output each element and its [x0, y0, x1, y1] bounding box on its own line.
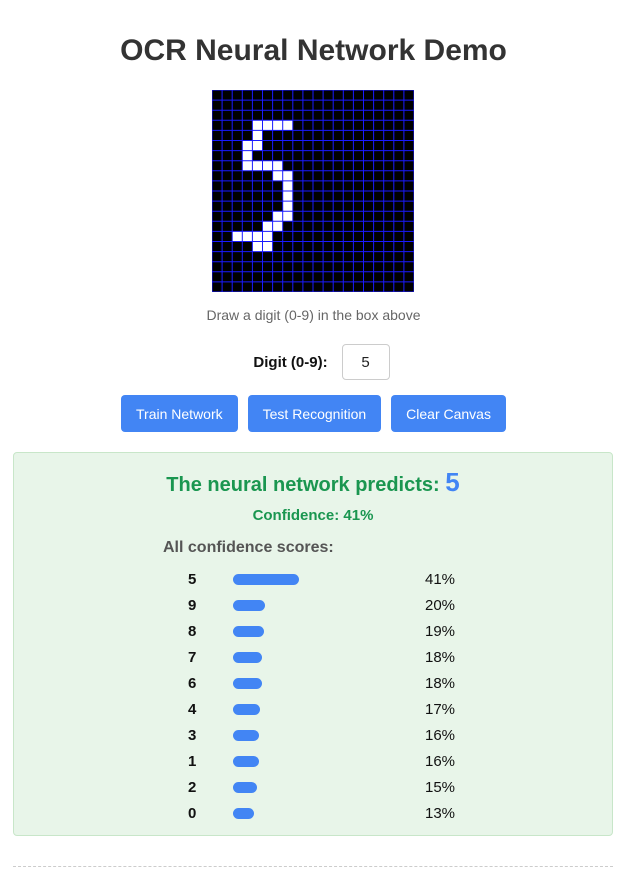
result-panel: The neural network predicts: 5 Confidenc… — [13, 452, 613, 836]
digit-input-row: Digit (0-9): — [0, 344, 627, 380]
score-bar — [233, 574, 299, 585]
drawn-pixel — [272, 221, 283, 232]
drawn-pixel — [272, 120, 283, 131]
page: OCR Neural Network Demo Draw a digit (0-… — [0, 0, 627, 869]
drawn-pixel — [262, 120, 273, 131]
divider — [13, 866, 613, 867]
score-row: 8 19% — [14, 619, 612, 645]
scores-heading: All confidence scores: — [163, 539, 334, 556]
drawn-pixel — [262, 221, 273, 232]
score-percent: 19% — [425, 623, 456, 640]
drawn-pixel — [252, 140, 263, 151]
drawn-pixel — [252, 120, 263, 131]
prediction-heading: The neural network predicts: 5 — [14, 467, 612, 498]
drawn-pixel — [242, 160, 253, 171]
score-list: 5 41% 9 20% 8 19% 7 18% 6 18% 4 17% 3 16% 1 16% 2 15% 0 13% — [14, 567, 612, 827]
drawn-pixel — [242, 140, 253, 151]
score-bar — [233, 600, 265, 611]
score-digit: 2 — [188, 779, 197, 796]
score-percent: 15% — [425, 779, 456, 796]
score-digit: 0 — [188, 805, 197, 822]
score-percent: 13% — [425, 805, 456, 822]
score-bar — [233, 704, 260, 715]
score-percent: 17% — [425, 701, 456, 718]
drawn-pixel — [272, 160, 283, 171]
score-digit: 4 — [188, 701, 197, 718]
score-row: 9 20% — [14, 593, 612, 619]
score-digit: 6 — [188, 675, 197, 692]
score-percent: 18% — [425, 649, 456, 666]
score-percent: 18% — [425, 675, 456, 692]
drawn-pixel — [252, 130, 263, 141]
score-row: 7 18% — [14, 645, 612, 671]
drawn-pixel — [282, 191, 293, 202]
score-digit: 3 — [188, 727, 197, 744]
score-digit: 8 — [188, 623, 197, 640]
prediction-value: 5 — [445, 467, 460, 497]
score-row: 1 16% — [14, 749, 612, 775]
score-bar — [233, 652, 262, 663]
drawn-pixel — [262, 241, 273, 252]
score-digit: 5 — [188, 571, 197, 588]
score-bar — [233, 756, 259, 767]
score-digit: 9 — [188, 597, 197, 614]
drawn-pixel — [252, 231, 263, 242]
score-bar — [233, 730, 259, 741]
drawn-pixel — [282, 180, 293, 191]
score-percent: 16% — [425, 753, 456, 770]
score-percent: 41% — [425, 571, 456, 588]
drawing-canvas-grid[interactable] — [212, 90, 414, 292]
score-digit: 1 — [188, 753, 197, 770]
drawn-pixel — [252, 160, 263, 171]
digit-label: Digit (0-9): — [253, 353, 328, 371]
train-network-button[interactable]: Train Network — [121, 395, 238, 432]
prediction-label: The neural network predicts: — [166, 474, 440, 496]
clear-canvas-button[interactable]: Clear Canvas — [391, 395, 506, 432]
score-bar — [233, 678, 262, 689]
drawn-pixel — [272, 170, 283, 181]
score-row: 5 41% — [14, 567, 612, 593]
action-buttons: Train Network Test Recognition Clear Can… — [0, 395, 627, 432]
drawn-pixel — [262, 231, 273, 242]
canvas-instructions: Draw a digit (0-9) in the box above — [206, 307, 421, 323]
drawn-pixel — [242, 150, 253, 161]
score-row: 0 13% — [14, 801, 612, 827]
score-bar — [233, 782, 257, 793]
score-digit: 7 — [188, 649, 197, 666]
page-title: OCR Neural Network Demo — [120, 34, 507, 67]
drawn-pixel — [242, 231, 253, 242]
score-bar — [233, 808, 254, 819]
score-row: 2 15% — [14, 775, 612, 801]
drawn-pixel — [282, 120, 293, 131]
drawn-pixel — [282, 170, 293, 181]
digit-input[interactable] — [341, 344, 390, 380]
drawing-canvas[interactable] — [212, 90, 414, 292]
drawn-pixel — [252, 241, 263, 252]
drawn-pixel — [282, 201, 293, 212]
drawn-pixel — [282, 211, 293, 222]
score-percent: 20% — [425, 597, 456, 614]
confidence-text: Confidence: 41% — [252, 507, 374, 524]
score-row: 3 16% — [14, 723, 612, 749]
drawn-pixel — [232, 231, 243, 242]
score-row: 6 18% — [14, 671, 612, 697]
score-bar — [233, 626, 264, 637]
drawn-pixel — [272, 211, 283, 222]
test-recognition-button[interactable]: Test Recognition — [247, 395, 382, 432]
score-row: 4 17% — [14, 697, 612, 723]
score-percent: 16% — [425, 727, 456, 744]
drawn-pixel — [262, 160, 273, 171]
